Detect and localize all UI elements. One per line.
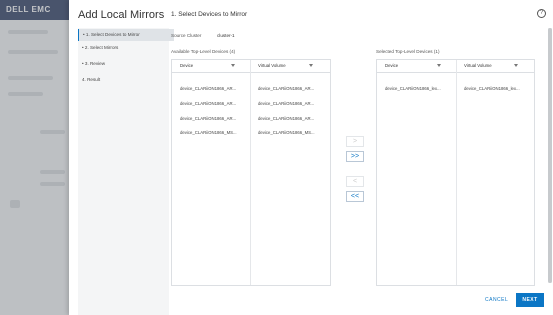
table-cell-device[interactable]: device_CLARiiON1866_AR... [180,86,236,91]
move-all-left-button[interactable]: << [346,191,364,202]
next-button[interactable]: NEXT [516,293,544,307]
move-left-button[interactable]: < [346,176,364,187]
table-cell-volume[interactable]: device_CLARiiON1866_AR... [258,86,314,91]
available-devices-table: Device Virtual Volume device_CLARiiON186… [171,59,331,286]
table-cell-volume[interactable]: device_CLARiiON1866_lex... [464,86,520,91]
column-divider [456,60,457,285]
available-devices-label: Available Top-Level Devices (4) [171,49,236,54]
step-review[interactable]: • 3. Review [78,58,173,70]
source-cluster-value: cluster-1 [217,33,235,38]
scrollbar-thumb[interactable] [548,28,552,283]
table-cell-volume[interactable]: device_CLARiiON1866_AR... [258,116,314,121]
source-cluster-label: Source Cluster [171,33,202,38]
help-icon[interactable]: ? [537,9,546,18]
step-select-mirrors[interactable]: • 2. Select Mirrors [78,42,173,54]
cancel-button[interactable]: CANCEL [485,297,508,303]
filter-icon[interactable] [309,64,313,67]
column-header-virtual-volume[interactable]: Virtual Volume [258,60,286,72]
step-select-devices[interactable]: • 1. Select Devices to Mirror [78,29,174,41]
table-cell-device[interactable]: device_CLARiiON1866_AR... [180,101,236,106]
selected-devices-table: Device Virtual Volume device_CLARiiON186… [376,59,535,286]
filter-icon[interactable] [514,64,518,67]
table-header: Device Virtual Volume [172,60,330,73]
column-header-device[interactable]: Device [385,60,398,72]
move-all-right-button[interactable]: >> [346,151,364,162]
filter-icon[interactable] [231,64,235,67]
column-header-virtual-volume[interactable]: Virtual Volume [464,60,492,72]
table-cell-device[interactable]: device_CLARiiON1866_MS... [180,130,237,135]
column-divider [250,60,251,285]
move-right-button[interactable]: > [346,136,364,147]
step-heading: 1. Select Devices to Mirror [171,11,248,18]
dialog-title: Add Local Mirrors [78,9,165,21]
step-result[interactable]: 4. Result [78,74,173,86]
dialog-scrollbar[interactable] [548,28,552,283]
table-cell-volume[interactable]: device_CLARiiON1866_AR... [258,101,314,106]
table-cell-device[interactable]: device_CLARiiON1866_AR... [180,116,236,121]
table-cell-volume[interactable]: device_CLARiiON1866_MS... [258,130,315,135]
filter-icon[interactable] [437,64,441,67]
selected-devices-label: Selected Top-Level Devices (1) [376,49,440,54]
column-header-device[interactable]: Device [180,60,193,72]
table-cell-device[interactable]: device_CLARiiON1866_lex... [385,86,441,91]
wizard-steps: • 1. Select Devices to Mirror • 2. Selec… [78,28,174,315]
add-local-mirrors-dialog: Add Local Mirrors ? • 1. Select Devices … [69,0,553,315]
